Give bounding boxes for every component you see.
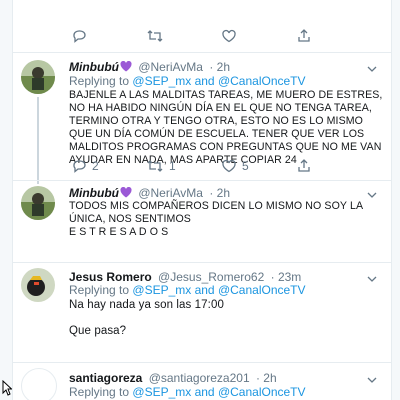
avatar[interactable]	[21, 60, 55, 94]
avatar[interactable]	[21, 186, 55, 220]
tweet[interactable]: Minbubú @NeriAvMa · 2h TODOS MIS COMPAÑE…	[13, 180, 391, 259]
replying-label: Replying to	[69, 283, 130, 297]
replying-to: Replying to @SEP_mx and @CanalOnceTV	[69, 385, 306, 399]
display-name[interactable]: Minbubú	[69, 60, 119, 74]
tweet-header: Jesus Romero @Jesus_Romero62 · 23m	[69, 270, 301, 284]
chevron-down-icon[interactable]	[367, 64, 377, 74]
replying-to: Replying to @SEP_mx and @CanalOnceTV	[69, 74, 306, 88]
reply-button[interactable]: 2	[71, 158, 146, 174]
avatar[interactable]	[21, 268, 55, 302]
replying-to-link[interactable]: @SEP_mx and @CanalOnceTV	[132, 385, 305, 399]
mouse-cursor-icon	[2, 380, 12, 396]
tweet-text: Na hay nada ya son las 17:00 Que pasa?	[69, 299, 224, 337]
timestamp[interactable]: · 2h	[209, 186, 230, 200]
timestamp[interactable]: · 2h	[209, 60, 230, 74]
share-icon	[298, 29, 310, 42]
reply-count: 2	[92, 159, 99, 173]
display-name[interactable]: santiagoreza	[69, 371, 142, 385]
user-handle[interactable]: @NeriAvMa	[138, 60, 203, 74]
replying-label: Replying to	[69, 74, 130, 88]
retweet-button[interactable]: 1	[146, 158, 221, 174]
retweet-button[interactable]	[146, 28, 221, 44]
replying-to-link[interactable]: @SEP_mx and @CanalOnceTV	[132, 74, 305, 88]
user-handle[interactable]: @Jesus_Romero62	[158, 270, 264, 284]
tweet-header: santiagoreza @santiagoreza201 · 2h	[69, 371, 277, 385]
retweet-icon	[147, 30, 163, 42]
purple-heart-icon	[120, 187, 132, 198]
chevron-down-icon[interactable]	[367, 375, 377, 385]
chevron-down-icon[interactable]	[367, 190, 377, 200]
chevron-down-icon[interactable]	[367, 274, 377, 284]
timestamp[interactable]: · 23m	[271, 270, 302, 284]
reply-icon	[73, 160, 86, 173]
avatar[interactable]	[21, 368, 57, 400]
user-handle[interactable]: @NeriAvMa	[138, 186, 203, 200]
tweet[interactable]: Minbubú @NeriAvMa · 2h Replying to @SEP_…	[13, 52, 391, 181]
left-margin	[0, 0, 12, 400]
like-count: 5	[242, 159, 249, 173]
retweet-count: 1	[169, 159, 176, 173]
tweet-text: BAJENLE A LAS MALDITAS TAREAS, ME MUERO …	[69, 89, 383, 166]
display-name[interactable]: Jesus Romero	[69, 270, 152, 284]
thread-connector	[37, 181, 39, 184]
tweet-header: Minbubú @NeriAvMa · 2h	[69, 186, 230, 200]
like-icon	[222, 159, 236, 173]
tweet-header: Minbubú @NeriAvMa · 2h	[69, 60, 230, 74]
like-button[interactable]: 5	[221, 158, 296, 174]
purple-heart-icon	[120, 61, 132, 72]
share-button[interactable]	[296, 158, 371, 174]
retweet-icon	[147, 160, 163, 172]
display-name[interactable]: Minbubú	[69, 186, 119, 200]
tweet-text: TODOS MIS COMPAÑEROS DICEN LO MISMO NO S…	[69, 200, 363, 238]
tweet[interactable]: Jesus Romero @Jesus_Romero62 · 23m Reply…	[13, 262, 391, 357]
like-button[interactable]	[221, 28, 296, 44]
replying-label: Replying to	[69, 385, 130, 399]
tweet-actions-top	[71, 28, 371, 44]
share-icon	[298, 159, 310, 172]
like-icon	[222, 29, 236, 43]
timestamp[interactable]: · 2h	[256, 371, 277, 385]
thread-connector	[37, 97, 39, 181]
tweet-thread: Minbubú @NeriAvMa · 2h Replying to @SEP_…	[12, 0, 392, 400]
reply-button[interactable]	[71, 28, 146, 44]
tweet-actions: 2 1 5	[71, 158, 371, 174]
replying-to: Replying to @SEP_mx and @CanalOnceTV	[69, 283, 306, 297]
reply-icon	[73, 30, 86, 43]
cut-off-text	[73, 0, 133, 2]
replying-to-link[interactable]: @SEP_mx and @CanalOnceTV	[132, 283, 305, 297]
user-handle[interactable]: @santiagoreza201	[149, 371, 250, 385]
tweet[interactable]: santiagoreza @santiagoreza201 · 2h Reply…	[13, 362, 391, 400]
share-button[interactable]	[296, 28, 371, 44]
